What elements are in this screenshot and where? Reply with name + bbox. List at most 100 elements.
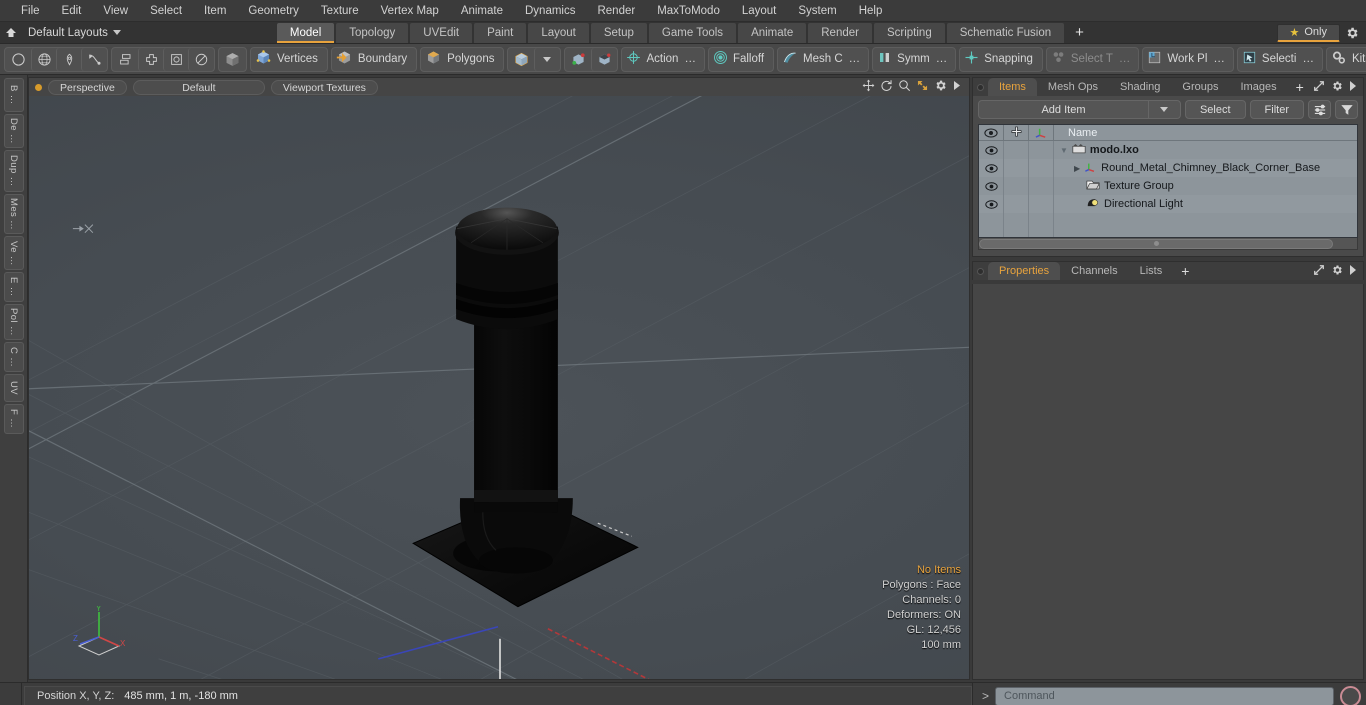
tree-item-texture-group[interactable]: Texture Group [1054,177,1357,195]
menu-item[interactable]: View [92,0,139,22]
gear-icon[interactable] [1331,264,1343,279]
select-through-tool[interactable]: Select T … [1045,46,1140,72]
rotate-icon[interactable] [188,47,213,71]
row-visibility-toggle[interactable] [979,195,1004,213]
tab-shading[interactable]: Shading [1109,78,1171,96]
selection-mode-vertices[interactable]: Vertices [250,46,328,72]
position-readout[interactable]: Position X, Y, Z: 485 mm, 1 m, -180 mm [24,685,972,705]
record-icon[interactable] [1340,685,1361,705]
row-visibility-toggle[interactable] [979,159,1004,177]
left-tab-deform[interactable]: De … [3,114,24,148]
pan-icon[interactable] [862,79,875,95]
select-button[interactable]: Select [1184,100,1246,119]
left-tab-fusion[interactable]: F … [3,404,24,434]
command-input[interactable]: Command [995,686,1334,705]
tab-items[interactable]: Items [988,78,1037,96]
panel-indicator[interactable] [977,83,984,91]
panel-indicator[interactable] [977,267,984,275]
viewport-indicator[interactable] [35,83,42,91]
tree-item-mesh[interactable]: ▶ Round_Metal_Chimney_Black_Corner_Base [1054,159,1357,177]
tab-setup[interactable]: Setup [590,22,647,43]
circle-icon[interactable] [6,48,31,71]
center-icon[interactable] [163,47,188,71]
gear-icon[interactable] [934,79,947,95]
zoom-icon[interactable] [898,79,911,95]
add-item-button[interactable]: Add Item [978,100,1181,119]
row-visibility-toggle[interactable] [979,141,1004,159]
items-tree-hscrollbar[interactable] [978,238,1358,250]
tab-groups[interactable]: Groups [1171,78,1229,96]
add-tab-button[interactable]: + [1066,23,1093,43]
table-row[interactable]: ▶ Round_Metal_Chimney_Black_Corner_Base [979,159,1357,177]
chevron-right-icon[interactable] [1349,80,1357,94]
curve-icon[interactable] [81,47,106,71]
tab-layout[interactable]: Layout [528,22,589,43]
tree-item-scene[interactable]: ▼ modo.lxo [1054,141,1357,159]
tab-images[interactable]: Images [1230,78,1288,96]
expand-icon[interactable] [1313,80,1325,95]
row-lock-cell[interactable] [1004,159,1029,177]
chevron-right-icon[interactable] [1349,264,1357,278]
menu-item[interactable]: MaxToModo [646,0,731,22]
left-tab-uv[interactable]: UV [3,374,24,402]
viewport-style-button[interactable]: Default [132,79,265,95]
tab-paint[interactable]: Paint [474,22,527,43]
menu-item[interactable]: Item [193,0,237,22]
add-panel-tab[interactable]: + [1288,78,1312,96]
row-lock-cell[interactable] [1004,141,1029,159]
table-row[interactable]: Directional Light [979,195,1357,213]
tab-topology[interactable]: Topology [336,22,409,43]
snap-vertex-icon[interactable] [566,48,591,71]
menu-item[interactable]: Dynamics [514,0,586,22]
tab-lists[interactable]: Lists [1129,262,1174,280]
item-mode-dropdown[interactable] [534,47,559,71]
properties-panel[interactable] [972,284,1364,680]
left-tab-basic[interactable]: B … [3,78,24,112]
menu-item[interactable]: Edit [51,0,93,22]
add-item-dropdown[interactable] [1147,101,1180,118]
fit-icon[interactable] [916,79,929,95]
chevron-right-icon[interactable] [952,80,962,94]
triangle-right-icon[interactable]: ▶ [1074,164,1080,173]
row-axis-cell[interactable] [1029,195,1054,213]
selection-mode-boundary[interactable]: Boundary [330,46,418,72]
tab-properties[interactable]: Properties [988,262,1061,280]
axis-gizmo[interactable]: Y X Z [71,604,133,661]
gear-icon[interactable] [1331,80,1343,95]
align-icon[interactable] [113,48,138,71]
menu-item[interactable]: Animate [450,0,514,22]
left-tab-edge[interactable]: E … [3,272,24,302]
falloff-tool[interactable]: Falloff [707,46,775,72]
tab-scripting[interactable]: Scripting [873,22,945,43]
globe-icon[interactable] [31,47,56,71]
menu-item[interactable]: Select [139,0,193,22]
row-visibility-toggle[interactable] [979,177,1004,195]
filter-button[interactable]: Filter [1249,100,1304,119]
work-plane-tool[interactable]: Work Pl … [1142,46,1234,72]
tab-animate[interactable]: Animate [738,22,807,43]
item-cube-icon[interactable] [509,48,534,71]
left-tab-vertex[interactable]: Ve … [3,236,24,270]
tab-mesh-ops[interactable]: Mesh Ops [1037,78,1109,96]
tab-game-tools[interactable]: Game Tools [648,22,737,43]
tab-render[interactable]: Render [808,22,872,43]
home-up-icon[interactable] [0,22,22,44]
viewport-textures-button[interactable]: Viewport Textures [270,79,378,95]
selection-set-tool[interactable]: Selecti … [1236,46,1323,72]
viewport-projection-button[interactable]: Perspective [48,79,127,95]
table-row[interactable]: Texture Group [979,177,1357,195]
items-tree[interactable]: Name ▼ modo.lxo ▶ Round_Metal_Chimney_Bl… [978,124,1358,238]
tab-channels[interactable]: Channels [1060,262,1128,280]
expand-icon[interactable] [1313,264,1325,279]
table-row[interactable]: ▼ modo.lxo [979,141,1357,159]
pen-icon[interactable] [56,47,81,71]
layout-selector[interactable]: Default Layouts [22,27,129,39]
menu-item[interactable]: Texture [310,0,370,22]
menu-item[interactable]: File [10,0,51,22]
tab-schematic-fusion[interactable]: Schematic Fusion [946,22,1065,43]
scrollbar-thumb[interactable] [979,238,1333,249]
row-axis-cell[interactable] [1029,159,1054,177]
row-axis-cell[interactable] [1029,177,1054,195]
menu-item[interactable]: Layout [731,0,788,22]
symmetry-tool[interactable]: Symm … [872,46,957,72]
